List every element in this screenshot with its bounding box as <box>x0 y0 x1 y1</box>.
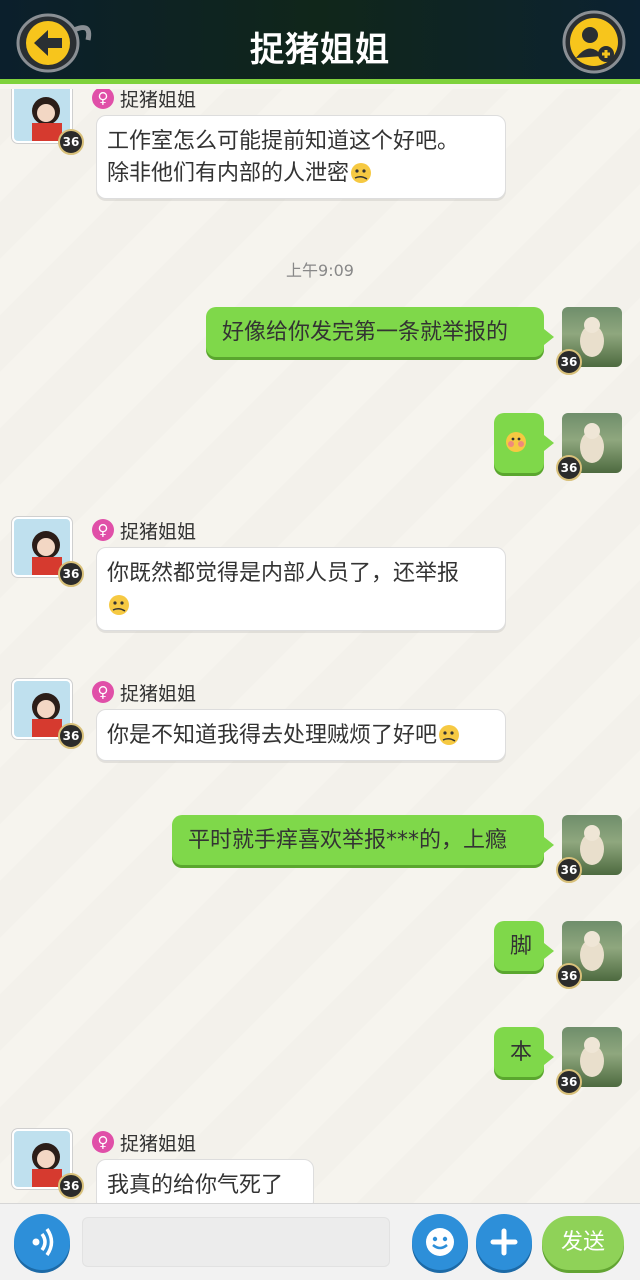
message-bubble[interactable]: 我真的给你气死了 <box>96 1159 314 1203</box>
chat-area[interactable]: 36 ♀ 捉猪姐姐 工作室怎么可能提前知道这个好吧。 除非他们有内部的人泄密 上… <box>0 89 640 1203</box>
shy-emoji-icon <box>506 432 526 452</box>
message-text: 本 <box>510 1040 533 1065</box>
sender-name: 捉猪姐姐 <box>120 89 197 111</box>
emoji-button[interactable] <box>412 1214 468 1270</box>
smiley-icon <box>426 1228 454 1256</box>
message-incoming: 36 ♀ 捉猪姐姐 你既然都觉得是内部人员了，还举报 <box>0 515 640 645</box>
message-bubble[interactable]: 本 <box>494 1027 554 1077</box>
message-outgoing: 脚 36 <box>0 915 640 995</box>
level-badge: 36 <box>556 349 582 375</box>
sender-row: ♀ 捉猪姐姐 <box>92 1129 292 1157</box>
message-bubble[interactable]: 平时就手痒喜欢举报***的，上瘾 <box>172 815 554 865</box>
message-bubble[interactable]: 你是不知道我得去处理贼烦了好吧 <box>96 709 506 761</box>
level-badge: 36 <box>58 129 84 155</box>
message-text: 好像给你发完第一条就举报的 <box>222 320 509 345</box>
voice-button[interactable] <box>14 1214 70 1270</box>
message-text: 脚 <box>510 934 533 959</box>
message-text: 除非他们有内部的人泄密 <box>107 158 495 190</box>
sender-name: 捉猪姐姐 <box>120 521 197 543</box>
message-text: 你既然都觉得是内部人员了，还举报 <box>107 561 460 586</box>
level-badge: 36 <box>556 1069 582 1095</box>
level-badge: 36 <box>58 1173 84 1199</box>
header-bar: 捉猪姐姐 <box>0 0 640 84</box>
message-incoming: 36 ♀ 捉猪姐姐 我真的给你气死了 <box>0 1127 640 1203</box>
thinking-emoji-icon <box>351 163 372 183</box>
level-badge: 36 <box>58 723 84 749</box>
message-outgoing: 好像给你发完第一条就举报的 36 <box>0 301 640 381</box>
sender-name: 捉猪姐姐 <box>120 683 197 705</box>
message-input[interactable] <box>82 1217 390 1267</box>
send-button[interactable]: 发送 <box>542 1216 624 1270</box>
add-user-icon <box>562 10 626 74</box>
message-outgoing: 平时就手痒喜欢举报***的，上瘾 36 <box>0 809 640 889</box>
message-text: 你是不知道我得去处理贼烦了好吧 <box>107 720 495 752</box>
female-icon: ♀ <box>92 89 114 109</box>
female-icon: ♀ <box>92 1131 114 1153</box>
level-badge: 36 <box>556 857 582 883</box>
input-bar: 发送 <box>0 1203 640 1280</box>
add-friend-button[interactable] <box>562 10 626 74</box>
plus-icon <box>490 1228 518 1256</box>
message-bubble[interactable] <box>494 413 554 473</box>
message-text <box>107 590 495 622</box>
page-title: 捉猪姐姐 <box>250 30 390 70</box>
message-outgoing: 本 36 <box>0 1021 640 1101</box>
message-bubble[interactable]: 脚 <box>494 921 554 971</box>
level-badge: 36 <box>556 455 582 481</box>
message-bubble[interactable]: 你既然都觉得是内部人员了，还举报 <box>96 547 506 631</box>
timestamp: 上午9:09 <box>286 261 354 280</box>
message-outgoing: 36 <box>0 407 640 487</box>
level-badge: 36 <box>58 561 84 587</box>
message-bubble[interactable]: 好像给你发完第一条就举报的 <box>206 307 554 357</box>
female-icon: ♀ <box>92 681 114 703</box>
more-button[interactable] <box>476 1214 532 1270</box>
voice-icon <box>32 1228 54 1256</box>
sender-name: 捉猪姐姐 <box>120 1133 197 1155</box>
female-icon: ♀ <box>92 519 114 541</box>
level-badge: 36 <box>556 963 582 989</box>
message-text: 工作室怎么可能提前知道这个好吧。 <box>107 129 460 154</box>
message-incoming: 36 ♀ 捉猪姐姐 工作室怎么可能提前知道这个好吧。 除非他们有内部的人泄密 <box>0 89 640 209</box>
thinking-emoji-icon <box>439 725 460 745</box>
sender-row: ♀ 捉猪姐姐 <box>92 89 292 113</box>
message-text: 平时就手痒喜欢举报***的，上瘾 <box>188 828 508 853</box>
sender-row: ♀ 捉猪姐姐 <box>92 679 292 707</box>
thinking-emoji-icon <box>109 595 129 615</box>
message-bubble[interactable]: 工作室怎么可能提前知道这个好吧。 除非他们有内部的人泄密 <box>96 115 506 199</box>
message-incoming: 36 ♀ 捉猪姐姐 你是不知道我得去处理贼烦了好吧 <box>0 677 640 777</box>
message-text: 我真的给你气死了 <box>107 1173 284 1198</box>
sender-row: ♀ 捉猪姐姐 <box>92 517 292 545</box>
